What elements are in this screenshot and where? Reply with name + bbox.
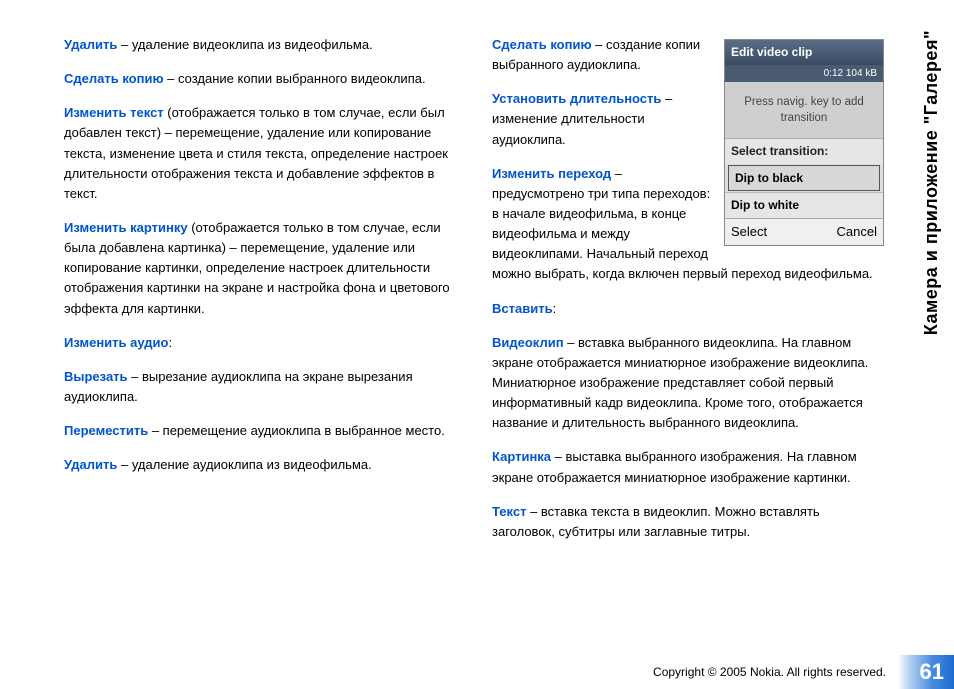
term-insert: Вставить: [492, 301, 553, 316]
term-insert-text: :: [553, 301, 557, 316]
term-videoclip: Видеоклип: [492, 335, 564, 350]
term-copy-audio: Сделать копию: [492, 37, 592, 52]
page-number-box: 61: [898, 655, 954, 689]
term-edit-image: Изменить картинку: [64, 220, 188, 235]
term-text: Текст: [492, 504, 526, 519]
phone-status: 0:12 104 kB: [725, 65, 883, 83]
phone-hint: Press navig. key to add transition: [725, 82, 883, 138]
phone-softkey-cancel[interactable]: Cancel: [837, 222, 877, 242]
phone-option-dip-black[interactable]: Dip to black: [728, 165, 880, 192]
term-delete-audio: Удалить: [64, 457, 117, 472]
right-column: Edit video clip 0:12 104 kB Press navig.…: [492, 35, 884, 556]
term-edit-text: Изменить текст: [64, 105, 164, 120]
term-picture: Картинка: [492, 449, 551, 464]
phone-option-dip-white[interactable]: Dip to white: [725, 192, 883, 218]
phone-softkey-select[interactable]: Select: [731, 222, 767, 242]
term-move-text: – перемещение аудиоклипа в выбранное мес…: [148, 423, 445, 438]
term-move: Переместить: [64, 423, 148, 438]
phone-screenshot: Edit video clip 0:12 104 kB Press navig.…: [724, 39, 884, 246]
phone-title: Edit video clip: [725, 40, 883, 65]
left-column: Удалить – удаление видеоклипа из видеофи…: [64, 35, 456, 556]
phone-select-label: Select transition:: [725, 138, 883, 164]
term-edit-audio: Изменить аудио: [64, 335, 168, 350]
page-number: 61: [920, 659, 944, 685]
term-text-text: – вставка текста в видеоклип. Можно вста…: [492, 504, 820, 539]
term-change-transition: Изменить переход: [492, 166, 611, 181]
term-delete-audio-text: – удаление аудиоклипа из видеофильма.: [117, 457, 371, 472]
copyright: Copyright © 2005 Nokia. All rights reser…: [653, 665, 886, 679]
chapter-tab: Камера и приложение "Галерея": [921, 30, 942, 335]
term-set-duration: Установить длительность: [492, 91, 661, 106]
term-copy: Сделать копию: [64, 71, 164, 86]
term-cut: Вырезать: [64, 369, 128, 384]
term-delete-text: – удаление видеоклипа из видеофильма.: [117, 37, 372, 52]
term-copy-text: – создание копии выбранного видеоклипа.: [164, 71, 426, 86]
term-edit-audio-text: :: [168, 335, 172, 350]
term-delete: Удалить: [64, 37, 117, 52]
